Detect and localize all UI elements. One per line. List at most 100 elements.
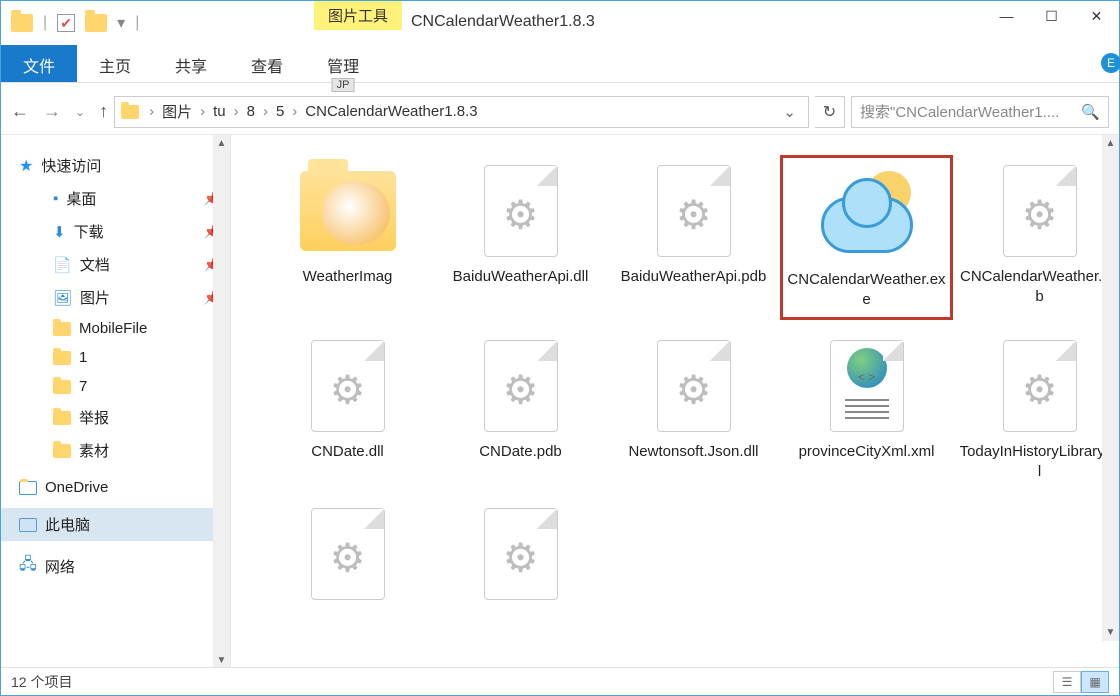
maximize-button[interactable]: ☐ [1029,1,1074,31]
search-input[interactable]: 搜索"CNCalendarWeather1.... 🔍 [851,96,1109,128]
content-scrollbar[interactable]: ▲▼ [1102,135,1119,641]
search-placeholder: 搜索"CNCalendarWeather1.... [860,101,1059,122]
scroll-up-icon[interactable]: ▲ [217,135,227,152]
sidebar-quick-access[interactable]: ★快速访问 [1,149,230,182]
file-item[interactable]: CNCalendarWeather.exe [780,155,953,320]
up-button[interactable]: ↑ [99,101,108,122]
window-controls: — ☐ ✕ [984,1,1119,31]
sidebar-label: 7 [79,378,87,395]
scroll-down-icon[interactable]: ▼ [1106,624,1116,641]
file-name: CNDate.dll [311,442,384,462]
file-item[interactable]: ⚙ CNDate.dll [261,330,434,489]
tab-view[interactable]: 查看 [229,45,305,82]
pictures-icon: 🖼 [53,289,72,307]
dll-icon: ⚙ [990,336,1090,436]
scroll-up-icon[interactable]: ▲ [1106,135,1116,152]
file-name: provinceCityXml.xml [799,442,935,462]
breadcrumb-item[interactable]: 图片 [158,101,196,122]
sidebar-label: 网络 [45,556,75,577]
icons-view-button[interactable]: ▦ [1081,671,1109,693]
exe-icon [817,164,917,264]
help-icon[interactable]: E [1101,53,1120,73]
file-item[interactable]: ⚙CNCalendarWeather.pdb [953,155,1119,320]
sidebar-label: 文档 [80,254,110,275]
sidebar-item-7[interactable]: 7 [1,372,230,401]
sidebar-item-report[interactable]: 举报 [1,401,230,434]
recent-dropdown-icon[interactable]: ⌄ [75,105,85,119]
navigation-bar: ← → ⌄ ↑ › 图片 › tu › 8 › 5 › CNCalendarWe… [1,89,1119,135]
address-bar[interactable]: › 图片 › tu › 8 › 5 › CNCalendarWeather1.8… [114,96,809,128]
search-icon[interactable]: 🔍 [1081,103,1100,121]
file-name: CNCalendarWeather.exe [787,270,946,311]
refresh-button[interactable]: ↻ [815,96,845,128]
tab-share[interactable]: 共享 [153,45,229,82]
dll-icon: ⚙ [298,504,398,604]
tab-manage[interactable]: 管理 JP [305,45,381,82]
context-tab-picture-tools[interactable]: 图片工具 [314,1,402,30]
new-folder-icon[interactable] [85,14,107,32]
folder-icon [53,411,71,425]
forward-button: → [43,101,61,122]
sidebar-item-1[interactable]: 1 [1,343,230,372]
file-name: Newtonsoft.Json.dll [628,442,758,462]
breadcrumb-item[interactable]: 5 [272,103,288,120]
sidebar-item-material[interactable]: 素材 [1,434,230,467]
keytip-badge: JP [332,78,355,92]
file-item[interactable]: WeatherImag [261,155,434,320]
folder-icon[interactable] [11,14,33,32]
folder-icon [298,161,398,261]
tab-home[interactable]: 主页 [77,45,153,82]
sidebar-scrollbar[interactable]: ▲▼ [213,135,230,669]
view-toggles: ☰ ▦ [1053,671,1109,693]
sidebar-label: 素材 [79,440,109,461]
explorer-body: ★快速访问 ▪桌面📌 ⬇下载📌 📄文档📌 🖼图片📌 MobileFile 1 7… [1,135,1119,669]
tab-file[interactable]: 文件 [1,45,77,82]
qat-dropdown-icon[interactable]: ▾ [117,13,125,33]
sidebar-item-pictures[interactable]: 🖼图片📌 [1,281,230,314]
folder-icon [53,322,71,336]
file-list-pane: WeatherImag⚙BaiduWeatherApi.dll⚙BaiduWea… [231,135,1119,669]
sidebar-label: 举报 [79,407,109,428]
breadcrumb-sep[interactable]: › [261,103,270,120]
downloads-icon: ⬇ [53,223,66,241]
details-view-button[interactable]: ☰ [1053,671,1081,693]
dll-icon: ⚙ [298,336,398,436]
file-item[interactable]: ⚙BaiduWeatherApi.pdb [607,155,780,320]
dll-icon: ⚙ [471,161,571,261]
close-button[interactable]: ✕ [1074,1,1119,31]
file-item[interactable]: ⚙TodayInHistoryLibrary.dll [953,330,1119,489]
file-item[interactable]: ⚙Newtonsoft.Json.dll [607,330,780,489]
sidebar-item-downloads[interactable]: ⬇下载📌 [1,215,230,248]
minimize-button[interactable]: — [984,1,1029,31]
breadcrumb-sep[interactable]: › [290,103,299,120]
breadcrumb-sep[interactable]: › [232,103,241,120]
onedrive-icon [19,481,37,495]
sidebar-network[interactable]: 🖧网络 [1,547,230,586]
file-item[interactable]: < >provinceCityXml.xml [780,330,953,489]
file-item[interactable]: ⚙BaiduWeatherApi.dll [434,155,607,320]
breadcrumb-sep[interactable]: › [147,103,156,120]
properties-icon[interactable]: ✔ [57,14,75,32]
sidebar-item-documents[interactable]: 📄文档📌 [1,248,230,281]
sidebar-item-desktop[interactable]: ▪桌面📌 [1,182,230,215]
sidebar-item-mobilefile[interactable]: MobileFile [1,314,230,343]
file-item[interactable]: ⚙ [261,498,434,616]
breadcrumb-item[interactable]: CNCalendarWeather1.8.3 [301,103,481,120]
back-button[interactable]: ← [11,101,29,122]
file-name: CNDate.pdb [479,442,562,462]
sidebar-label: 1 [79,349,87,366]
sidebar-label: 桌面 [66,188,96,209]
breadcrumb-item[interactable]: 8 [243,103,259,120]
file-item[interactable]: ⚙ [434,498,607,616]
sidebar-onedrive[interactable]: OneDrive [1,473,230,502]
address-dropdown-icon[interactable]: ⌄ [777,103,802,121]
breadcrumb-sep[interactable]: › [198,103,207,120]
breadcrumb-item[interactable]: tu [209,103,230,120]
pdb-icon: ⚙ [471,336,571,436]
qat-separator: | [135,14,139,32]
sidebar-this-pc[interactable]: 此电脑 [1,508,230,541]
navigation-pane: ★快速访问 ▪桌面📌 ⬇下载📌 📄文档📌 🖼图片📌 MobileFile 1 7… [1,135,231,669]
pdb-icon: ⚙ [471,504,571,604]
documents-icon: 📄 [53,256,72,274]
file-item[interactable]: ⚙ CNDate.pdb [434,330,607,489]
